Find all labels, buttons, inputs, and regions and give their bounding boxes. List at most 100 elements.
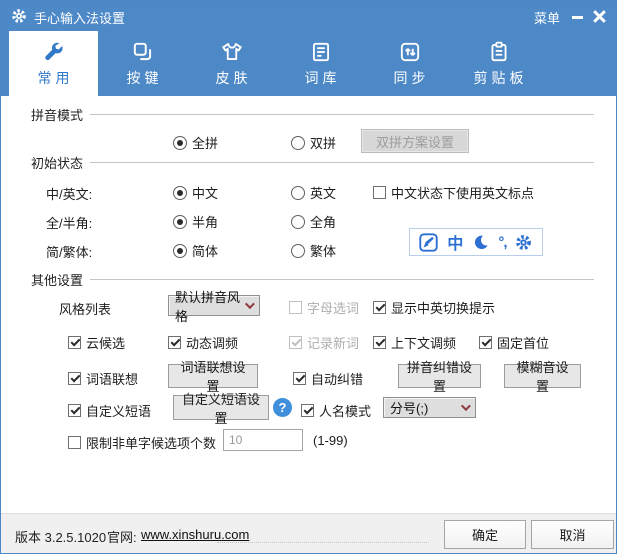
section-title: 拼音模式 bbox=[31, 105, 83, 124]
ime-logo-icon[interactable] bbox=[419, 233, 438, 252]
radio-icon bbox=[173, 244, 187, 258]
fixed-first-checkbox[interactable]: 固定首位 bbox=[479, 333, 549, 352]
dynamic-freq-checkbox[interactable]: 动态调频 bbox=[168, 333, 238, 352]
tab-common[interactable]: 常用 bbox=[9, 31, 98, 96]
checkbox-icon bbox=[289, 301, 302, 314]
close-icon[interactable] bbox=[593, 10, 606, 23]
checkbox-icon bbox=[68, 372, 81, 385]
help-icon[interactable]: ? bbox=[273, 398, 292, 417]
checkbox-icon bbox=[301, 404, 314, 417]
radio-chinese[interactable]: 中文 bbox=[173, 183, 218, 202]
gear-icon[interactable] bbox=[515, 234, 532, 251]
tab-strip: 常用 按键 皮肤 词库 同步 bbox=[1, 31, 616, 96]
style-list-label: 风格列表 bbox=[59, 299, 111, 318]
tab-label: 同步 bbox=[394, 68, 430, 88]
version-text: 版本 3.2.5.1020 bbox=[15, 527, 106, 546]
section-initial-state: 初始状态 bbox=[31, 153, 594, 172]
menu-button[interactable]: 菜单 bbox=[534, 8, 560, 27]
letter-select-checkbox: 字母选词 bbox=[289, 298, 359, 317]
en-punct-checkbox[interactable]: 中文状态下使用英文标点 bbox=[373, 183, 534, 202]
lang-row-label: 中/英文: bbox=[46, 184, 92, 203]
section-pinyin-mode: 拼音模式 bbox=[31, 105, 594, 124]
radio-icon bbox=[173, 215, 187, 229]
word-assoc-settings-button[interactable]: 词语联想设置 bbox=[168, 364, 258, 388]
tab-clipboard[interactable]: 剪贴板 bbox=[454, 31, 543, 96]
chevron-down-icon bbox=[245, 299, 255, 309]
tab-sync[interactable]: 同步 bbox=[365, 31, 454, 96]
limit-candidates-checkbox[interactable]: 限制非单字候选项个数 bbox=[68, 433, 216, 452]
radio-english[interactable]: 英文 bbox=[291, 183, 336, 202]
tab-label: 按键 bbox=[127, 68, 163, 88]
tab-label: 词库 bbox=[305, 68, 341, 88]
keys-icon bbox=[131, 40, 155, 64]
sync-icon bbox=[398, 40, 422, 64]
dotted-divider bbox=[217, 542, 429, 543]
radio-simplified[interactable]: 简体 bbox=[173, 241, 218, 260]
radio-half-width[interactable]: 半角 bbox=[173, 212, 218, 231]
pinyin-correct-settings-button[interactable]: 拼音纠错设置 bbox=[398, 364, 481, 388]
tab-skin[interactable]: 皮肤 bbox=[187, 31, 276, 96]
tab-dictionary[interactable]: 词库 bbox=[276, 31, 365, 96]
name-mode-select[interactable]: 分号(;) bbox=[383, 397, 476, 418]
checkbox-icon bbox=[373, 336, 386, 349]
radio-icon bbox=[173, 186, 187, 200]
moon-icon[interactable] bbox=[472, 234, 489, 251]
radio-full-pinyin[interactable]: 全拼 bbox=[173, 133, 218, 152]
record-new-words-checkbox: 记录新词 bbox=[289, 333, 359, 352]
name-mode-select-value: 分号(;) bbox=[390, 398, 428, 417]
custom-phrase-checkbox[interactable]: 自定义短语 bbox=[68, 401, 151, 420]
checkbox-icon bbox=[168, 336, 181, 349]
fuzzy-sound-settings-button[interactable]: 模糊音设置 bbox=[504, 364, 581, 388]
checkbox-icon bbox=[68, 336, 81, 349]
style-select-value: 默认拼音风格 bbox=[175, 287, 245, 325]
radio-icon bbox=[291, 244, 305, 258]
checkbox-icon bbox=[68, 404, 81, 417]
name-mode-checkbox[interactable]: 人名模式 bbox=[301, 401, 371, 420]
radio-icon bbox=[291, 136, 305, 150]
radio-icon bbox=[291, 186, 305, 200]
limit-range-hint: (1-99) bbox=[313, 433, 348, 448]
checkbox-icon bbox=[293, 372, 306, 385]
script-row-label: 简/繁体: bbox=[46, 242, 92, 261]
minimize-button[interactable] bbox=[572, 16, 583, 19]
cloud-candidate-checkbox[interactable]: 云候选 bbox=[68, 333, 125, 352]
website-label: 官网: bbox=[107, 527, 137, 546]
limit-count-input[interactable] bbox=[223, 429, 303, 451]
ok-button[interactable]: 确定 bbox=[444, 520, 526, 549]
website-link[interactable]: www.xinshuru.com bbox=[141, 527, 249, 542]
radio-traditional[interactable]: 繁体 bbox=[291, 241, 336, 260]
tab-keys[interactable]: 按键 bbox=[98, 31, 187, 96]
section-other-settings: 其他设置 bbox=[31, 270, 594, 289]
checkbox-icon bbox=[479, 336, 492, 349]
chinese-mode-icon[interactable]: 中 bbox=[447, 230, 463, 254]
word-assoc-checkbox[interactable]: 词语联想 bbox=[68, 369, 138, 388]
double-pinyin-scheme-button: 双拼方案设置 bbox=[361, 129, 469, 153]
context-freq-checkbox[interactable]: 上下文调频 bbox=[373, 333, 456, 352]
checkbox-icon bbox=[289, 336, 302, 349]
tshirt-icon bbox=[220, 40, 244, 64]
tab-label: 常用 bbox=[38, 68, 74, 88]
radio-icon bbox=[291, 215, 305, 229]
footer-bar: 版本 3.2.5.1020 官网: www.xinshuru.com 确定 取消 bbox=[1, 513, 616, 554]
cancel-button[interactable]: 取消 bbox=[531, 520, 614, 549]
custom-phrase-settings-button[interactable]: 自定义短语设置 bbox=[173, 395, 269, 420]
radio-full-width[interactable]: 全角 bbox=[291, 212, 336, 231]
style-select[interactable]: 默认拼音风格 bbox=[168, 295, 260, 316]
statusbar-preview: 中 °, bbox=[409, 228, 543, 256]
settings-window: 手心输入法设置 菜单 常用 按键 皮肤 词库 bbox=[0, 0, 617, 554]
gear-icon bbox=[11, 8, 27, 29]
width-row-label: 全/半角: bbox=[46, 213, 92, 232]
dictionary-icon bbox=[309, 40, 333, 64]
punctuation-icon[interactable]: °, bbox=[498, 234, 506, 251]
radio-double-pinyin[interactable]: 双拼 bbox=[291, 133, 336, 152]
show-switch-tip-checkbox[interactable]: 显示中英切换提示 bbox=[373, 298, 495, 317]
clipboard-icon bbox=[487, 40, 511, 64]
radio-icon bbox=[173, 136, 187, 150]
section-title: 其他设置 bbox=[31, 270, 83, 289]
checkbox-icon bbox=[68, 436, 81, 449]
section-title: 初始状态 bbox=[31, 153, 83, 172]
wrench-icon bbox=[42, 40, 66, 64]
tab-label: 剪贴板 bbox=[474, 68, 528, 88]
window-title: 手心输入法设置 bbox=[34, 8, 125, 27]
auto-correct-checkbox[interactable]: 自动纠错 bbox=[293, 369, 363, 388]
